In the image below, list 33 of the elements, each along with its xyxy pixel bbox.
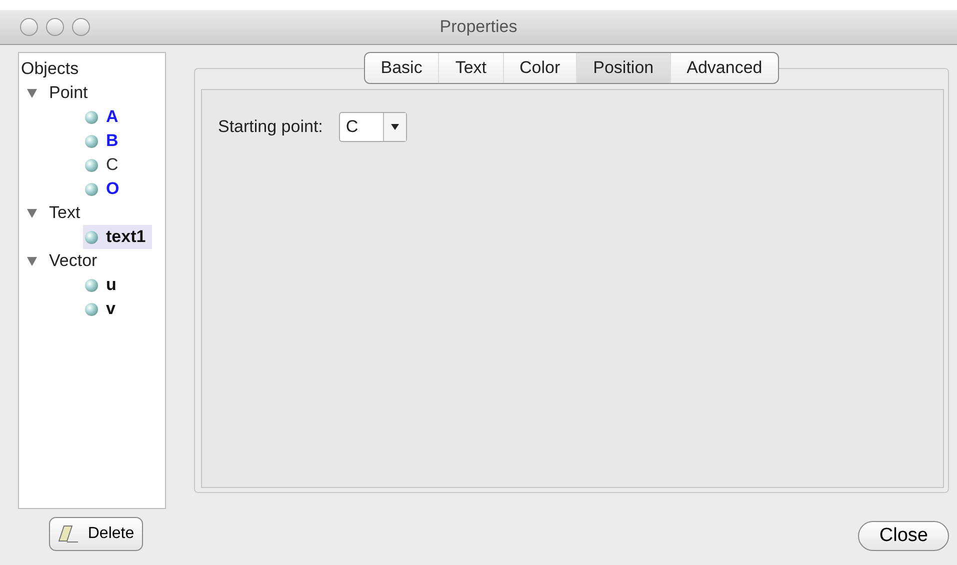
window-control-button[interactable]: [46, 18, 64, 36]
delete-button[interactable]: Delete: [48, 517, 144, 551]
close-button[interactable]: Close: [858, 521, 949, 551]
tree-item[interactable]: u: [83, 273, 122, 297]
tree-group-label[interactable]: Vector: [49, 250, 98, 272]
window-control-button[interactable]: [20, 18, 38, 36]
expanded-triangle-icon[interactable]: [27, 208, 37, 218]
tree-item[interactable]: O: [83, 177, 126, 201]
tree-group-label[interactable]: Point: [49, 82, 88, 104]
tree-item[interactable]: B: [83, 129, 124, 153]
sphere-icon: [85, 182, 98, 196]
dropdown-arrow-icon: [390, 124, 399, 130]
expanded-triangle-icon[interactable]: [27, 88, 37, 98]
tab[interactable]: Text: [439, 53, 504, 83]
tree-root-label: Objects: [21, 58, 80, 80]
tree-item[interactable]: v: [83, 297, 122, 321]
tree-item[interactable]: C: [83, 153, 124, 177]
expanded-triangle-icon[interactable]: [27, 256, 37, 266]
window-control-button[interactable]: [72, 18, 90, 36]
sphere-icon: [85, 158, 98, 172]
window-title: Properties: [440, 17, 518, 37]
tab[interactable]: Advanced: [670, 53, 778, 83]
tree-item[interactable]: text1: [83, 225, 152, 249]
field-label: Starting point:: [218, 117, 323, 137]
sphere-icon: [85, 110, 98, 124]
tree-item[interactable]: A: [83, 105, 124, 129]
sphere-icon: [85, 302, 98, 316]
tab[interactable]: Position: [577, 53, 671, 83]
sphere-icon: [85, 278, 98, 292]
tree-group-label[interactable]: Text: [49, 202, 80, 224]
sphere-icon: [85, 134, 98, 148]
dropdown[interactable]: C: [338, 112, 407, 142]
sphere-icon: [85, 230, 98, 244]
